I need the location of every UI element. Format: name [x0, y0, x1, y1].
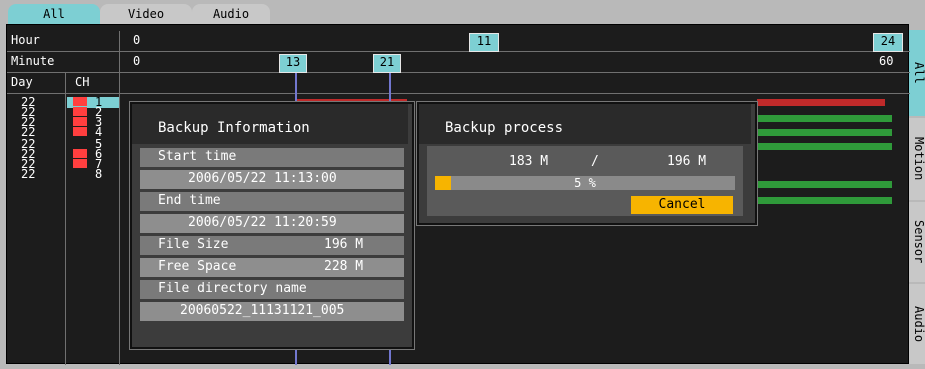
file-size-label: File Size — [158, 237, 229, 252]
minute-start: 0 — [133, 54, 141, 68]
side-tab-audio-label: Audio — [912, 305, 925, 343]
ch-label: CH — [75, 75, 90, 89]
channel-record-indicator — [73, 127, 87, 136]
free-space-row: Free Space 228 M — [140, 258, 404, 277]
tab-all-label: All — [43, 7, 65, 21]
minute-end: 60 — [879, 54, 894, 68]
channel-record-indicator — [73, 149, 87, 158]
minute-marker-13[interactable]: 13 — [279, 54, 307, 73]
side-tab-all[interactable]: All — [908, 30, 925, 116]
backup-information-dialog: Backup Information Start time 2006/05/22… — [130, 102, 414, 349]
side-tab-motion-label: Motion — [912, 137, 925, 181]
tab-video[interactable]: Video — [100, 4, 192, 24]
minute-row[interactable]: Minute 0 13 21 60 — [7, 52, 910, 73]
hour-label: Hour — [11, 33, 40, 47]
hour-end-marker[interactable]: 24 — [873, 33, 903, 52]
hour-start: 0 — [133, 33, 141, 47]
end-time-value: 2006/05/22 11:20:59 — [188, 215, 337, 230]
end-time-label-row: End time — [140, 192, 404, 211]
process-separator: / — [591, 154, 599, 169]
record-segment[interactable] — [757, 143, 892, 150]
process-title: Backup process — [445, 120, 564, 136]
free-space-label: Free Space — [158, 259, 237, 274]
side-tab-all-label: All — [912, 62, 925, 84]
directory-value-row: 20060522_11131121_005 — [140, 302, 404, 321]
label-divider — [119, 31, 120, 365]
record-segment[interactable] — [757, 115, 892, 122]
directory-label-row: File directory name — [140, 280, 404, 299]
dialog-title: Backup Information — [158, 120, 310, 136]
hour-row[interactable]: Hour 0 11 24 — [7, 31, 910, 52]
channel-record-indicator — [73, 159, 87, 168]
side-tab-sensor[interactable]: Sensor — [908, 202, 925, 282]
free-space-value: 228 M — [324, 259, 364, 274]
tab-audio-label: Audio — [212, 7, 250, 21]
day-divider — [65, 73, 66, 365]
header-row: Day CH — [7, 73, 910, 94]
cancel-button[interactable]: Cancel — [631, 196, 733, 214]
backup-process-dialog: Backup process 183 M / 196 M 5 % Cancel — [417, 102, 757, 225]
hour-marker[interactable]: 11 — [469, 33, 499, 52]
process-done: 183 M — [509, 154, 549, 169]
tab-audio[interactable]: Audio — [192, 4, 270, 24]
record-segment[interactable] — [757, 197, 892, 204]
process-total: 196 M — [667, 154, 707, 169]
progress-percent: 5 % — [574, 176, 596, 190]
channel-record-indicator — [73, 117, 87, 126]
start-time-value-row: 2006/05/22 11:13:00 — [140, 170, 404, 189]
channel-record-indicator — [73, 97, 87, 106]
record-segment[interactable] — [757, 181, 892, 188]
record-segment[interactable] — [757, 99, 885, 106]
start-time-label-row: Start time — [140, 148, 404, 167]
file-size-value: 196 M — [324, 237, 364, 252]
tab-all[interactable]: All — [8, 4, 100, 24]
side-tab-audio[interactable]: Audio — [908, 284, 925, 364]
channel-number[interactable]: 4 — [95, 126, 109, 138]
end-time-label: End time — [158, 193, 221, 208]
side-tab-sensor-label: Sensor — [912, 220, 925, 264]
end-time-value-row: 2006/05/22 11:20:59 — [140, 214, 404, 233]
side-tab-motion[interactable]: Motion — [908, 118, 925, 200]
channel-record-indicator — [73, 107, 87, 116]
record-segment[interactable] — [757, 129, 892, 136]
channel-number[interactable]: 8 — [95, 168, 109, 180]
channel-day: 22 — [21, 167, 36, 181]
start-time-label: Start time — [158, 149, 237, 164]
channel-day: 22 — [21, 125, 36, 139]
directory-value: 20060522_11131121_005 — [180, 303, 345, 318]
minute-marker-21[interactable]: 21 — [373, 54, 401, 73]
tab-video-label: Video — [127, 7, 165, 21]
directory-label: File directory name — [158, 281, 307, 296]
minute-label: Minute — [11, 54, 55, 68]
file-size-row: File Size 196 M — [140, 236, 404, 255]
day-label: Day — [11, 75, 33, 89]
start-time-value: 2006/05/22 11:13:00 — [188, 171, 337, 186]
progress-track: 5 % — [435, 176, 735, 190]
